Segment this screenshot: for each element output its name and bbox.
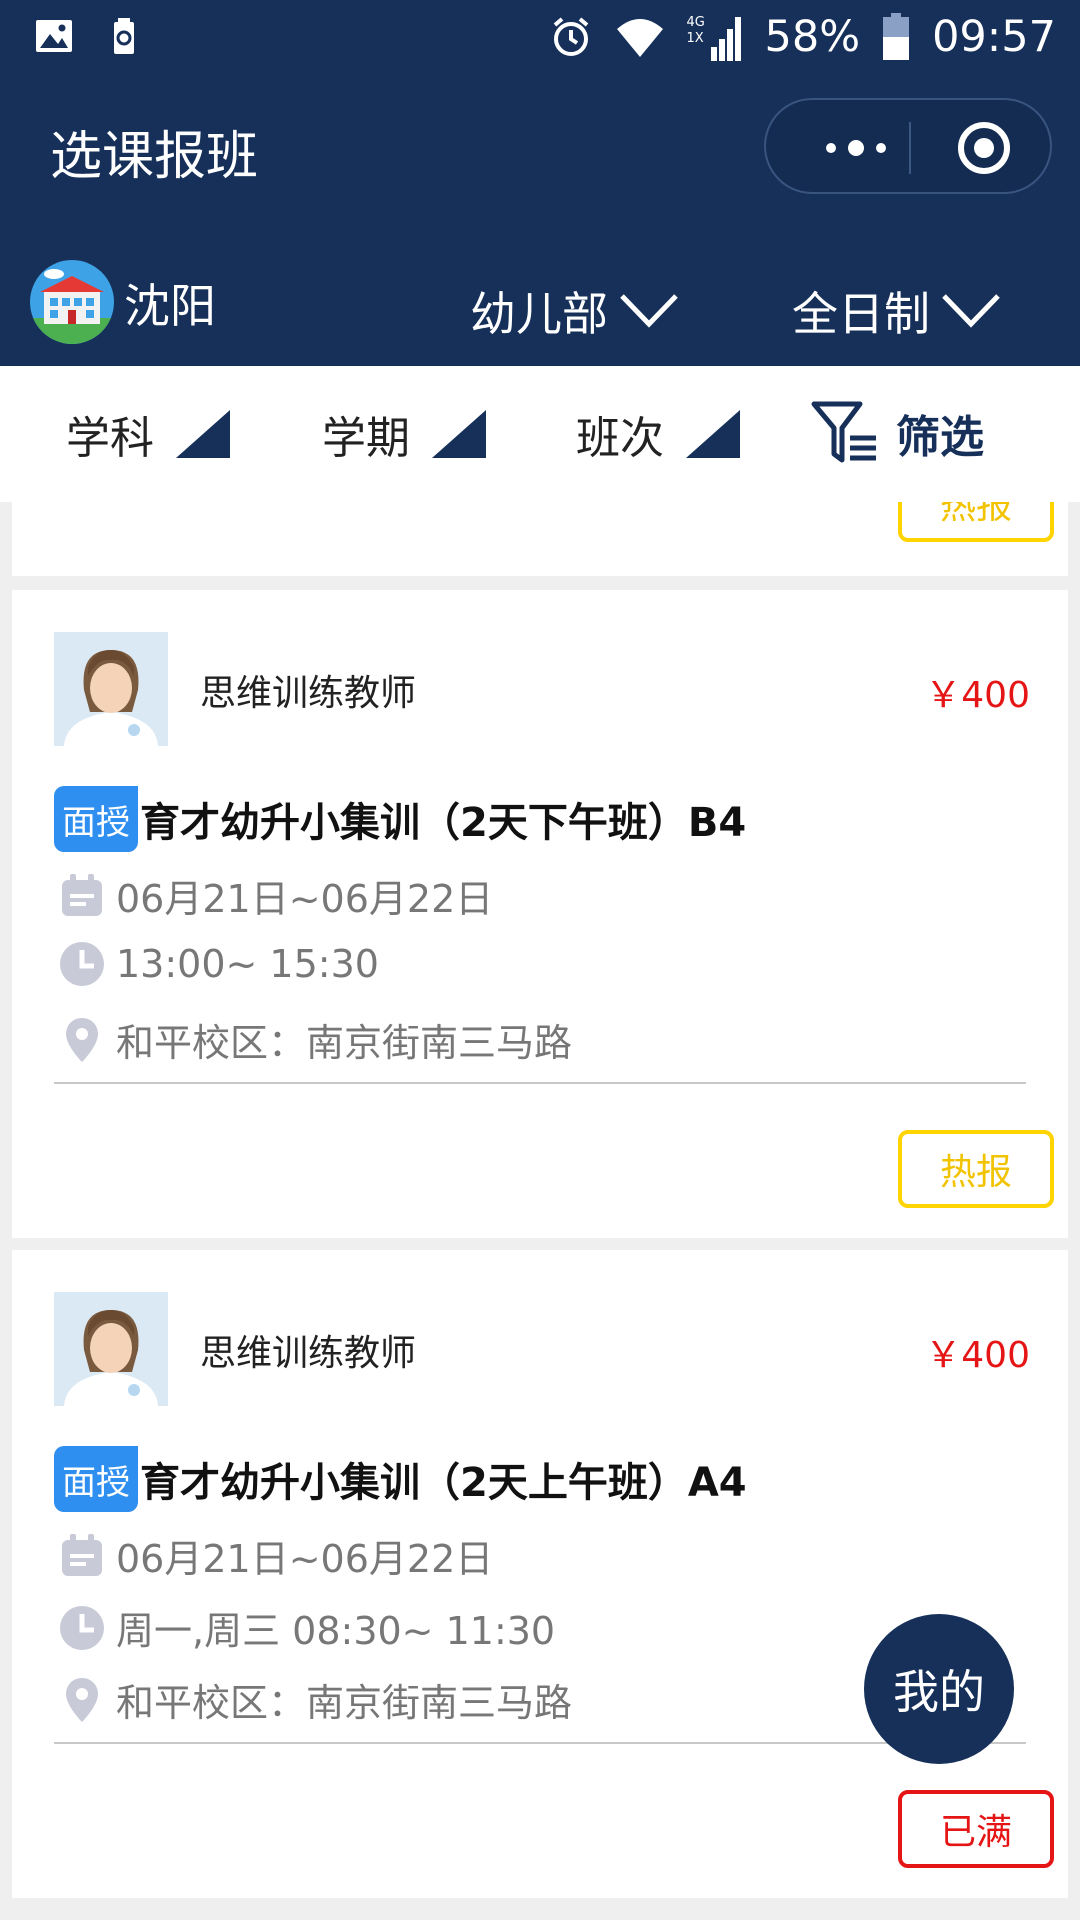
calendar-icon	[62, 873, 102, 916]
full-tag-button[interactable]: 已满	[898, 1790, 1054, 1868]
class-level-filter-label: 班次	[576, 413, 664, 464]
teacher-avatar	[54, 1292, 168, 1406]
more-button[interactable]	[806, 124, 906, 172]
battery-saver-icon	[114, 18, 134, 54]
schedule-mode-label: 全日制	[792, 287, 930, 341]
battery-percent: 58%	[764, 12, 861, 62]
term-filter[interactable]: 学期	[322, 402, 486, 466]
chevron-down-icon	[942, 294, 1000, 328]
corner-triangle-icon	[432, 410, 486, 458]
teacher-name: 思维训练教师	[200, 1333, 417, 1374]
course-dates: 06月21日~06月22日	[116, 1537, 494, 1581]
capsule-divider	[909, 122, 911, 174]
status-bar: 4G 1X 58% 09:57	[0, 0, 1080, 74]
teacher-avatar	[54, 632, 168, 746]
course-dates-row: 06月21日~06月22日	[58, 1528, 493, 1583]
divider	[54, 1742, 1026, 1744]
calendar-icon	[62, 1533, 102, 1576]
course-title[interactable]: 育才幼升小集训（2天上午班）A4	[140, 1450, 747, 1508]
corner-triangle-icon	[686, 410, 740, 458]
location-pin-icon	[66, 1017, 98, 1062]
class-level-filter[interactable]: 班次	[576, 402, 740, 466]
chevron-down-icon	[620, 294, 678, 328]
wifi-icon	[616, 19, 663, 57]
course-location: 和平校区：南京街南三马路	[116, 1681, 573, 1725]
filter-label: 筛选	[896, 412, 984, 463]
header-area: 4G 1X 58% 09:57 选课报班 沈阳 幼儿部 全日制	[0, 0, 1080, 366]
city-selector[interactable]: 沈阳	[124, 270, 216, 336]
teacher-name: 思维训练教师	[200, 673, 417, 714]
course-time: 周一,周三 08:30~ 11:30	[116, 1609, 556, 1653]
battery-icon	[883, 13, 910, 60]
course-time-row: 13:00~ 15:30	[58, 940, 379, 988]
course-location: 和平校区：南京街南三马路	[116, 1021, 573, 1065]
department-label: 幼儿部	[470, 287, 608, 341]
corner-triangle-icon	[176, 410, 230, 458]
course-dates: 06月21日~06月22日	[116, 877, 494, 921]
gallery-icon	[36, 20, 72, 52]
clock-icon	[60, 1605, 104, 1650]
schedule-mode-selector[interactable]: 全日制	[792, 278, 1002, 344]
hot-tag-button[interactable]: 热报	[898, 1130, 1054, 1208]
department-selector[interactable]: 幼儿部	[470, 278, 680, 344]
divider	[54, 1082, 1026, 1084]
course-time-row: 周一,周三 08:30~ 11:30	[58, 1600, 555, 1655]
course-price: ￥400	[925, 1335, 1030, 1376]
alarm-icon	[553, 17, 588, 56]
course-time: 13:00~ 15:30	[116, 942, 379, 986]
course-location-row: 和平校区：南京街南三马路	[58, 1672, 572, 1727]
filter-funnel-icon	[811, 401, 876, 463]
page-title: 选课报班	[50, 127, 259, 187]
my-button[interactable]: 我的	[864, 1614, 1014, 1764]
course-heading[interactable]: 面授 育才幼升小集训（2天上午班）A4	[54, 1446, 747, 1512]
clock-icon	[60, 942, 104, 986]
course-dates-row: 06月21日~06月22日	[58, 868, 493, 923]
title-bar: 选课报班	[0, 90, 1080, 200]
filter-button[interactable]: 筛选	[810, 398, 984, 468]
hot-tag-button[interactable]: 热报	[898, 502, 1054, 542]
term-filter-label: 学期	[322, 413, 410, 464]
course-card[interactable]: 思维训练教师 ￥400 面授 育才幼升小集训（2天下午班）B4 06月21日~0…	[12, 590, 1068, 1238]
course-price: ￥400	[925, 675, 1030, 716]
mode-badge: 面授	[54, 786, 138, 852]
course-location-row: 和平校区：南京街南三马路	[58, 1012, 572, 1067]
course-heading[interactable]: 面授 育才幼升小集训（2天下午班）B4	[54, 786, 746, 852]
clock: 09:57	[932, 12, 1056, 62]
selector-row: 沈阳 幼儿部 全日制	[0, 250, 1080, 350]
city-school-icon[interactable]	[30, 260, 114, 344]
subject-filter[interactable]: 学科	[66, 402, 230, 466]
course-card[interactable]: 思维训练教师 ￥400 面授 育才幼升小集训（2天上午班）A4 06月21日~0…	[12, 1250, 1068, 1898]
location-pin-icon	[66, 1677, 98, 1722]
cellular-signal-icon: 4G 1X	[687, 11, 743, 63]
close-miniprogram-icon[interactable]	[958, 122, 1010, 174]
course-card-partial[interactable]: 热报	[12, 502, 1068, 576]
subject-filter-label: 学科	[66, 413, 154, 464]
course-title[interactable]: 育才幼升小集训（2天下午班）B4	[140, 790, 746, 848]
filter-bar: 学科 学期 班次 筛选	[0, 366, 1080, 502]
miniprogram-capsule	[764, 98, 1052, 194]
mode-badge: 面授	[54, 1446, 138, 1512]
